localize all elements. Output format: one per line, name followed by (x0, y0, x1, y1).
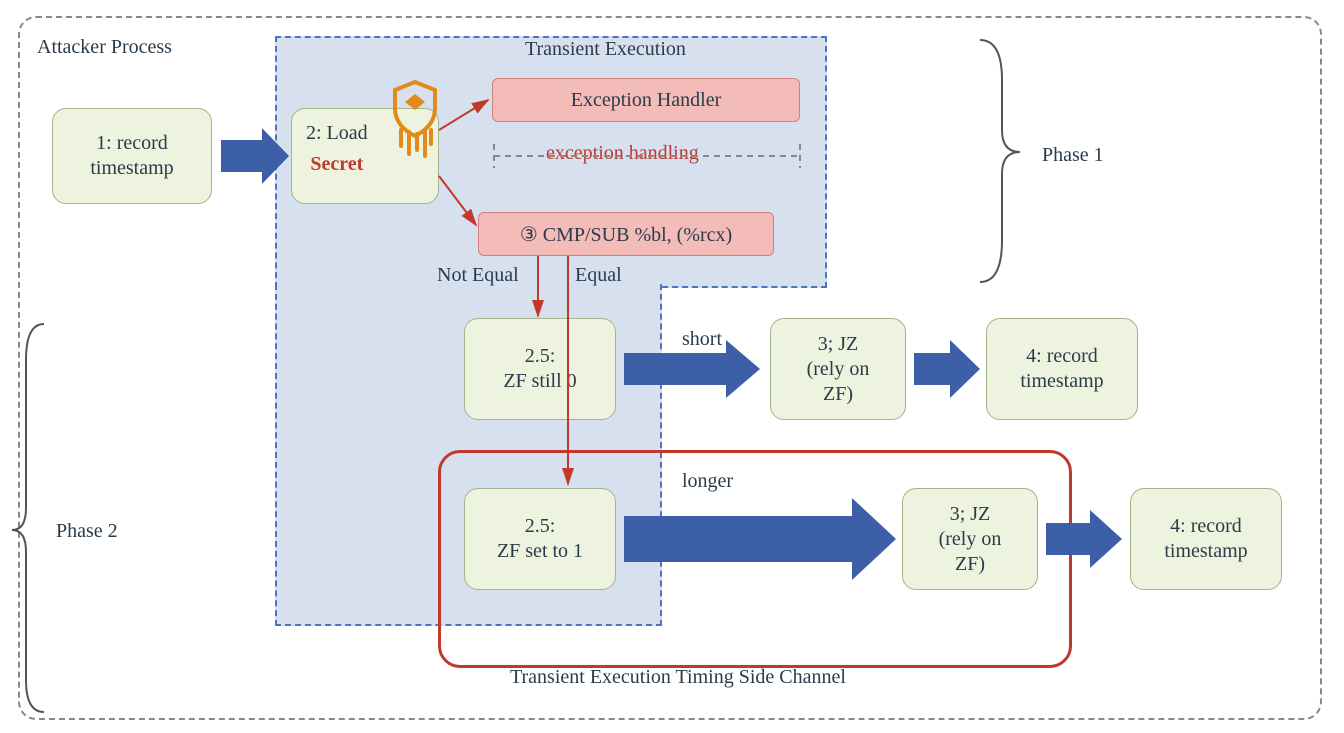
exception-handling-label: exception handling (546, 142, 699, 165)
phase-2-label: Phase 2 (56, 520, 118, 543)
short-label: short (682, 328, 722, 351)
box2-load-text: 2: Load (306, 121, 368, 146)
transient-execution-label: Transient Execution (525, 38, 686, 61)
box4a-text: 4: record timestamp (1020, 344, 1103, 394)
box-load-secret: 2: Load Secret (291, 108, 439, 204)
box-record-timestamp-4a: 4: record timestamp (986, 318, 1138, 420)
phase-1-label: Phase 1 (1042, 144, 1104, 167)
side-channel-region (438, 450, 1072, 668)
not-equal-label: Not Equal (437, 264, 519, 287)
box-record-timestamp-4b: 4: record timestamp (1130, 488, 1282, 590)
box4b-text: 4: record timestamp (1164, 514, 1247, 564)
box-jz-top: 3; JZ (rely on ZF) (770, 318, 906, 420)
box1-text: 1: record timestamp (90, 131, 173, 181)
box-cmp-sub: ③ CMP/SUB %bl, (%rcx) (478, 212, 774, 256)
box3a-text: 3; JZ (rely on ZF) (807, 332, 870, 407)
box2-secret-text: Secret (306, 152, 368, 177)
exception-handler-text: Exception Handler (571, 89, 722, 112)
box-zf-still-0: 2.5: ZF still 0 (464, 318, 616, 420)
side-channel-label: Transient Execution Timing Side Channel (510, 666, 846, 689)
equal-label: Equal (575, 264, 622, 287)
box-record-timestamp-1: 1: record timestamp (52, 108, 212, 204)
box25a-text: 2.5: ZF still 0 (503, 344, 576, 394)
cmp-sub-text: ③ CMP/SUB %bl, (%rcx) (520, 222, 732, 247)
box-exception-handler: Exception Handler (492, 78, 800, 122)
attacker-process-label: Attacker Process (37, 36, 172, 59)
